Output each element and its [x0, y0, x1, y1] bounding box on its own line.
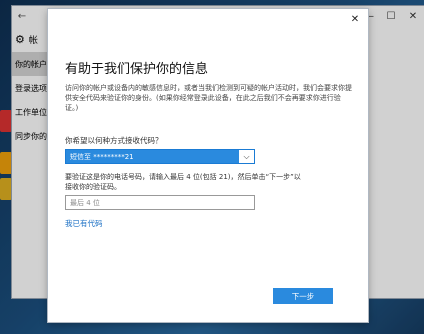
verify-identity-dialog: ✕ 有助于我们保护你的信息 访问你的帐户或设备内的敏感信息时，或者当我们检测到可…	[48, 9, 368, 322]
dialog-description: 访问你的帐户或设备内的敏感信息时，或者当我们检测到可疑的帐户活动时，我们会要求你…	[65, 84, 352, 112]
chevron-down-icon[interactable]: ⌵	[239, 150, 254, 163]
have-code-link[interactable]: 我已有代码	[65, 218, 103, 229]
method-label: 你希望以何种方式接收代码？	[65, 136, 163, 145]
dropdown-selected-value: 短信至 *********21	[66, 150, 239, 163]
verify-instruction: 要验证这是你的电话号码，请输入最后 4 位(包括 21)，然后单击“下一步”以接…	[65, 173, 301, 191]
code-method-dropdown[interactable]: 短信至 *********21 ⌵	[65, 149, 255, 164]
last-digits-input[interactable]	[65, 195, 255, 210]
close-icon[interactable]: ✕	[348, 12, 362, 26]
dialog-title: 有助于我们保护你的信息	[65, 62, 209, 77]
next-button[interactable]: 下一步	[273, 288, 333, 304]
